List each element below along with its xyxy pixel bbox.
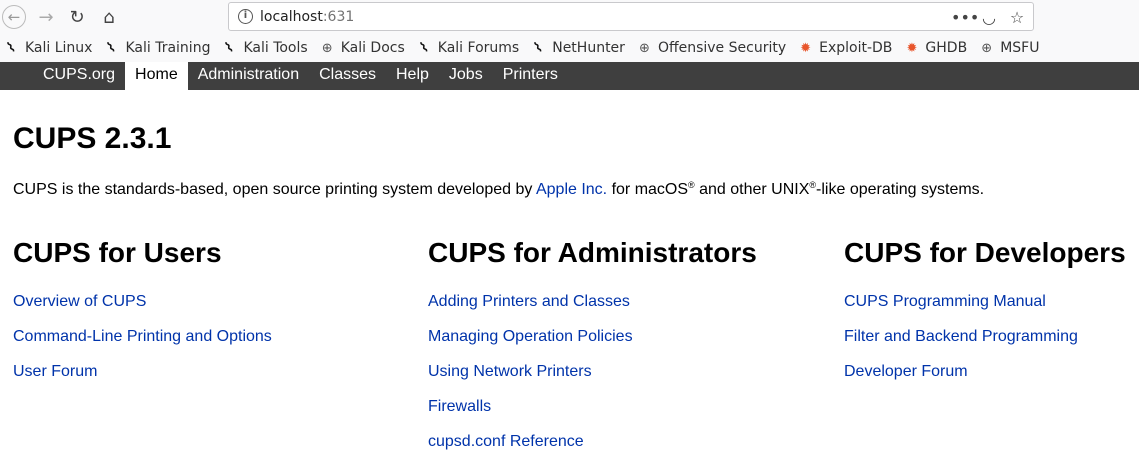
nav-help[interactable]: Help — [386, 62, 439, 90]
kali-dragon-icon: ⌇ — [4, 39, 19, 57]
kali-dragon-icon: ⌇ — [531, 39, 546, 57]
nav-printers[interactable]: Printers — [493, 62, 568, 90]
cups-header: CUPS.org Home Administration Classes Hel… — [0, 62, 1139, 90]
kali-dragon-icon: ⌇ — [222, 39, 237, 57]
apple-link[interactable]: Apple Inc. — [536, 181, 607, 198]
bookmark-exploit-db[interactable]: ✹ Exploit-DB — [797, 40, 892, 56]
bookmark-msfu[interactable]: ⊕ MSFU — [978, 40, 1039, 56]
exploitdb-icon: ✹ — [800, 40, 812, 56]
nav-jobs[interactable]: Jobs — [439, 62, 493, 90]
url-text[interactable]: localhost:631 — [260, 9, 354, 25]
bookmark-kali-linux[interactable]: ⌇ Kali Linux — [3, 39, 93, 57]
bookmark-nethunter[interactable]: ⌇ NetHunter — [530, 39, 625, 57]
developers-column: CUPS for Developers CUPS Programming Man… — [844, 237, 1126, 398]
link-managing-policies[interactable]: Managing Operation Policies — [428, 328, 633, 345]
pocket-icon[interactable]: ◡ — [979, 8, 999, 27]
kali-dragon-icon: ⌇ — [105, 39, 119, 57]
link-programming-manual[interactable]: CUPS Programming Manual — [844, 293, 1046, 310]
kali-dragon-icon: ⌇ — [417, 39, 432, 57]
link-command-line-printing[interactable]: Command-Line Printing and Options — [13, 328, 272, 345]
nav-classes[interactable]: Classes — [309, 62, 386, 90]
link-firewalls[interactable]: Firewalls — [428, 398, 491, 415]
globe-icon: ⊕ — [321, 40, 333, 56]
administrators-heading: CUPS for Administrators — [428, 237, 757, 268]
nav-cups-org[interactable]: CUPS.org — [33, 62, 125, 90]
home-icon[interactable]: ⌂ — [96, 4, 122, 30]
developers-heading: CUPS for Developers — [844, 237, 1126, 268]
nav-administration[interactable]: Administration — [188, 62, 309, 90]
link-network-printers[interactable]: Using Network Printers — [428, 363, 592, 380]
link-user-forum[interactable]: User Forum — [13, 363, 97, 380]
page-actions-icon[interactable]: ••• — [951, 8, 979, 27]
bookmark-ghdb[interactable]: ✹ GHDB — [903, 40, 967, 56]
bookmark-kali-forums[interactable]: ⌇ Kali Forums — [416, 39, 519, 57]
link-filter-backend[interactable]: Filter and Backend Programming — [844, 328, 1078, 345]
exploitdb-icon: ✹ — [906, 40, 918, 56]
back-icon[interactable]: ← — [2, 5, 26, 29]
main-nav: CUPS.org Home Administration Classes Hel… — [33, 62, 568, 90]
link-adding-printers[interactable]: Adding Printers and Classes — [428, 293, 630, 310]
address-bar[interactable]: i localhost:631 ••• ◡ ☆ — [228, 2, 1034, 31]
administrators-column: CUPS for Administrators Adding Printers … — [428, 237, 757, 460]
users-column: CUPS for Users Overview of CUPS Command-… — [13, 237, 272, 398]
bookmarks-bar: ⌇ Kali Linux ⌇ Kali Training ⌇ Kali Tools ⊕… — [0, 34, 1139, 62]
bookmark-kali-training[interactable]: ⌇ Kali Training — [103, 39, 210, 57]
site-info-icon[interactable]: i — [238, 9, 253, 24]
reload-icon[interactable]: ↻ — [64, 4, 90, 30]
users-heading: CUPS for Users — [13, 237, 222, 268]
page-title: CUPS 2.3.1 — [13, 122, 172, 155]
bookmark-offensive-security[interactable]: ⊕ Offensive Security — [636, 40, 786, 56]
intro-text: CUPS is the standards-based, open source… — [13, 180, 985, 198]
bookmark-star-icon[interactable]: ☆ — [1007, 8, 1027, 27]
forward-icon[interactable]: → — [33, 4, 59, 30]
nav-home[interactable]: Home — [125, 62, 188, 90]
link-overview-of-cups[interactable]: Overview of CUPS — [13, 293, 146, 310]
link-cupsd-conf-reference[interactable]: cupsd.conf Reference — [428, 433, 584, 450]
globe-icon: ⊕ — [981, 40, 993, 56]
link-developer-forum[interactable]: Developer Forum — [844, 363, 968, 380]
bookmark-kali-tools[interactable]: ⌇ Kali Tools — [221, 39, 308, 57]
browser-toolbar: ← → ↻ ⌂ i localhost:631 ••• ◡ ☆ — [0, 0, 1139, 34]
bookmark-kali-docs[interactable]: ⊕ Kali Docs — [319, 40, 405, 56]
globe-icon: ⊕ — [638, 40, 650, 56]
